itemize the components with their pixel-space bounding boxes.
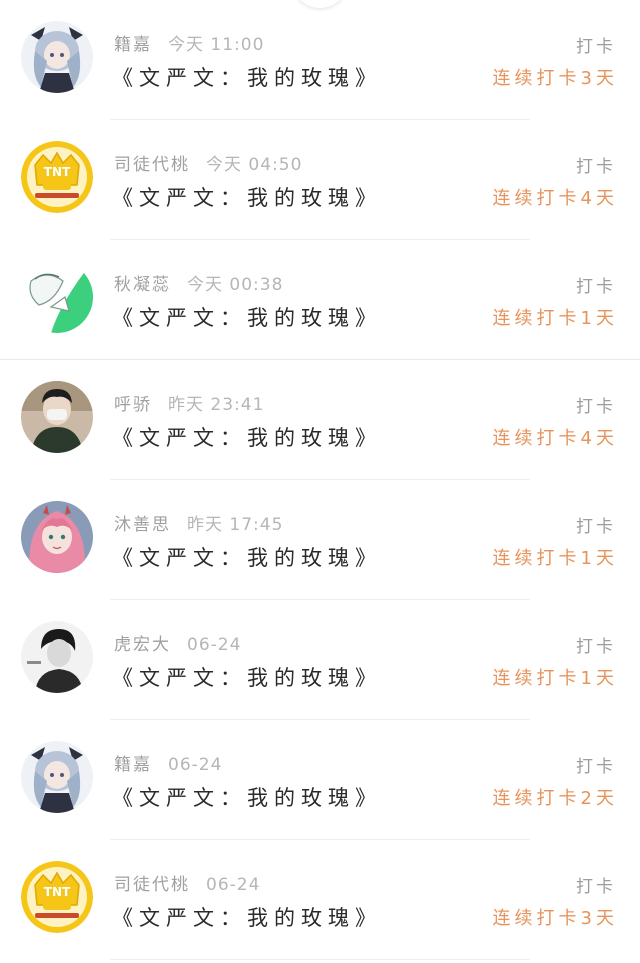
checkin-label: 打卡: [576, 157, 616, 177]
checkin-row[interactable]: TNT 司徒代桃 06-24 《文严文：我的玫瑰》 打卡 连续打卡3天: [0, 840, 640, 960]
work-title[interactable]: 《文严文：我的玫瑰》: [112, 782, 382, 812]
work-title[interactable]: 《文严文：我的玫瑰》: [112, 422, 382, 452]
username[interactable]: 司徒代桃: [114, 155, 190, 175]
streak-label: 连续打卡1天: [492, 668, 618, 689]
checkin-label: 打卡: [576, 277, 616, 297]
tnt-logo-avatar-icon[interactable]: TNT: [21, 141, 93, 213]
checkin-label: 打卡: [576, 37, 616, 57]
checkin-row[interactable]: 籍嘉 今天 11:00 《文严文：我的玫瑰》 打卡 连续打卡3天: [0, 0, 640, 120]
bw-portrait-avatar-icon[interactable]: [21, 621, 93, 693]
svg-text:TNT: TNT: [44, 165, 71, 179]
username[interactable]: 秋凝蕊: [114, 275, 171, 295]
work-title[interactable]: 《文严文：我的玫瑰》: [112, 302, 382, 332]
checkin-label: 打卡: [576, 517, 616, 537]
checkin-label: 打卡: [576, 877, 616, 897]
meta-line: 籍嘉 06-24: [114, 750, 222, 776]
work-title[interactable]: 《文严文：我的玫瑰》: [112, 662, 382, 692]
meta-line: 司徒代桃 06-24: [114, 870, 260, 896]
timestamp: 今天 11:00: [168, 35, 265, 55]
username[interactable]: 籍嘉: [114, 755, 152, 775]
checkin-row[interactable]: 秋凝蕊 今天 00:38 《文严文：我的玫瑰》 打卡 连续打卡1天: [0, 240, 640, 360]
checkin-row[interactable]: 呼骄 昨天 23:41 《文严文：我的玫瑰》 打卡 连续打卡4天: [0, 360, 640, 480]
checkin-row[interactable]: 虎宏大 06-24 《文严文：我的玫瑰》 打卡 连续打卡1天: [0, 600, 640, 720]
meta-line: 籍嘉 今天 11:00: [114, 30, 264, 56]
streak-label: 连续打卡3天: [492, 908, 618, 929]
timestamp: 昨天 17:45: [187, 515, 284, 535]
meta-line: 司徒代桃 今天 04:50: [114, 150, 302, 176]
meta-line: 虎宏大 06-24: [114, 630, 241, 656]
timestamp: 06-24: [206, 875, 261, 895]
masked-person-avatar-icon[interactable]: [21, 381, 93, 453]
work-title[interactable]: 《文严文：我的玫瑰》: [112, 542, 382, 572]
timestamp: 今天 00:38: [187, 275, 284, 295]
streak-label: 连续打卡1天: [492, 308, 618, 329]
timestamp: 06-24: [168, 755, 223, 775]
work-title[interactable]: 《文严文：我的玫瑰》: [112, 62, 382, 92]
anime-girl-avatar-icon[interactable]: [21, 21, 93, 93]
timestamp: 昨天 23:41: [168, 395, 265, 415]
checkin-label: 打卡: [576, 757, 616, 777]
tnt-logo-avatar-icon[interactable]: TNT: [21, 861, 93, 933]
timestamp: 06-24: [187, 635, 242, 655]
meta-line: 沐善思 昨天 17:45: [114, 510, 283, 536]
meta-line: 呼骄 昨天 23:41: [114, 390, 264, 416]
streak-label: 连续打卡4天: [492, 428, 618, 449]
row-divider: [110, 959, 530, 960]
work-title[interactable]: 《文严文：我的玫瑰》: [112, 902, 382, 932]
streak-label: 连续打卡2天: [492, 788, 618, 809]
streak-label: 连续打卡1天: [492, 548, 618, 569]
checkin-label: 打卡: [576, 397, 616, 417]
checkin-list: 籍嘉 今天 11:00 《文严文：我的玫瑰》 打卡 连续打卡3天 TNT 司徒代桃…: [0, 0, 640, 960]
meta-line: 秋凝蕊 今天 00:38: [114, 270, 283, 296]
timestamp: 今天 04:50: [206, 155, 303, 175]
username[interactable]: 籍嘉: [114, 35, 152, 55]
pink-hair-anime-avatar-icon[interactable]: [21, 501, 93, 573]
work-title[interactable]: 《文严文：我的玫瑰》: [112, 182, 382, 212]
checkin-row[interactable]: TNT 司徒代桃 今天 04:50 《文严文：我的玫瑰》 打卡 连续打卡4天: [0, 120, 640, 240]
anime-girl-avatar-icon[interactable]: [21, 741, 93, 813]
username[interactable]: 呼骄: [114, 395, 152, 415]
checkin-label: 打卡: [576, 637, 616, 657]
checkin-row[interactable]: 籍嘉 06-24 《文严文：我的玫瑰》 打卡 连续打卡2天: [0, 720, 640, 840]
streak-label: 连续打卡4天: [492, 188, 618, 209]
green-sketch-avatar-icon[interactable]: [21, 261, 93, 333]
username[interactable]: 沐善思: [114, 515, 171, 535]
username[interactable]: 虎宏大: [114, 635, 171, 655]
username[interactable]: 司徒代桃: [114, 875, 190, 895]
checkin-row[interactable]: 沐善思 昨天 17:45 《文严文：我的玫瑰》 打卡 连续打卡1天: [0, 480, 640, 600]
streak-label: 连续打卡3天: [492, 68, 618, 89]
svg-text:TNT: TNT: [44, 885, 71, 899]
